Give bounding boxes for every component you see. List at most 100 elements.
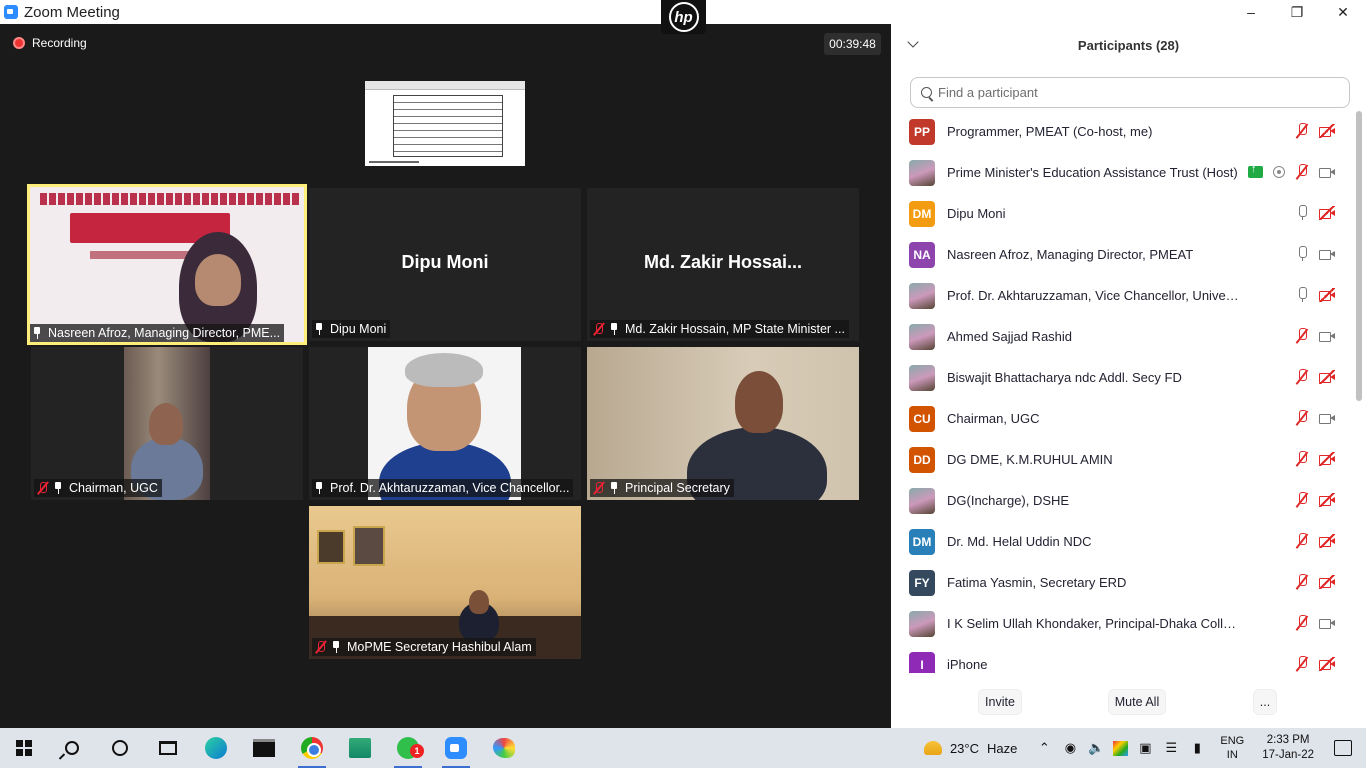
invite-button[interactable]: Invite: [978, 689, 1022, 715]
windows-logo-icon: [16, 740, 32, 756]
participant-name: Prime Minister's Education Assistance Tr…: [947, 165, 1238, 180]
participant-row[interactable]: PP Programmer, PMEAT (Co-host, me): [891, 111, 1353, 152]
pin-icon: [331, 641, 341, 653]
shared-doc-toolbar: [365, 81, 525, 90]
video-tile-zakir-hossain[interactable]: Md. Zakir Hossai... Md. Zakir Hossain, M…: [587, 188, 859, 341]
camera-off-icon: [1319, 124, 1335, 138]
participant-row[interactable]: DG(Incharge), DSHE: [891, 480, 1353, 521]
wifi-icon[interactable]: ☰: [1162, 740, 1180, 756]
participant-search-input[interactable]: [938, 85, 1318, 100]
paint-icon: [493, 738, 515, 758]
avatar: DM: [909, 528, 935, 555]
avatar: [909, 610, 935, 637]
taskbar-edge[interactable]: [192, 728, 240, 768]
recording-indicator[interactable]: Recording: [13, 36, 87, 50]
mic-muted-icon: [1295, 492, 1309, 508]
participant-status-icons: [1295, 451, 1335, 467]
participants-panel: – ❐ ✕ Participants (28) PP Programmer, PM…: [891, 0, 1366, 728]
video-tile-nasreen[interactable]: Nasreen Afroz, Managing Director, PME...: [27, 184, 307, 345]
window-controls: – ❐ ✕: [1228, 0, 1366, 24]
task-view-button[interactable]: [144, 728, 192, 768]
mute-all-button[interactable]: Mute All: [1108, 689, 1166, 715]
participant-row[interactable]: DD DG DME, K.M.RUHUL AMIN: [891, 439, 1353, 480]
weather-icon[interactable]: [923, 741, 942, 755]
clock-date: 17-Jan-22: [1262, 749, 1314, 761]
avatar: [909, 282, 935, 309]
cortana-button[interactable]: [96, 728, 144, 768]
hp-logo-text: hp: [668, 2, 699, 32]
participant-row[interactable]: FY Fatima Yasmin, Secretary ERD: [891, 562, 1353, 603]
participant-search[interactable]: [910, 77, 1350, 108]
participant-row[interactable]: Ahmed Sajjad Rashid: [891, 316, 1353, 357]
show-hidden-icons-chevron-icon[interactable]: ⌃: [1035, 740, 1053, 756]
video-tile-dipu-moni[interactable]: Dipu Moni Dipu Moni: [309, 188, 581, 341]
search-icon: [65, 741, 79, 755]
avatar: [909, 323, 935, 350]
zoom-window: Zoom Meeting hp Recording 00:39:48 Nasre…: [0, 0, 1366, 728]
video-tile-principal-secretary[interactable]: Principal Secretary: [587, 347, 859, 500]
participant-row[interactable]: Biswajit Bhattacharya ndc Addl. Secy FD: [891, 357, 1353, 398]
more-options-button[interactable]: ...: [1253, 689, 1277, 715]
recording-label: Recording: [32, 36, 87, 50]
participant-name: Programmer, PMEAT (Co-host, me): [947, 124, 1153, 139]
notification-center-icon[interactable]: [1334, 740, 1352, 756]
taskbar-search-button[interactable]: [48, 728, 96, 768]
video-tile-chairman-ugc[interactable]: Chairman, UGC: [31, 347, 303, 500]
taskbar-paint[interactable]: [480, 728, 528, 768]
participant-name: Ahmed Sajjad Rashid: [947, 329, 1073, 344]
language-region: IN: [1226, 749, 1238, 761]
participant-row[interactable]: I K Selim Ullah Khondaker, Principal-Dha…: [891, 603, 1353, 644]
pin-icon: [53, 482, 63, 494]
participant-status-icons: [1295, 246, 1335, 262]
tile-name-bar: Chairman, UGC: [34, 479, 162, 497]
app-tray-icon[interactable]: [1113, 740, 1129, 756]
participant-name: Dipu Moni: [947, 206, 1006, 221]
participant-name: Prof. Dr. Akhtaruzzaman, Vice Chancellor…: [947, 288, 1242, 303]
video-tile-mopme-secretary[interactable]: MoPME Secretary Hashibul Alam: [309, 506, 581, 659]
shared-doc-table: [393, 95, 503, 157]
meet-now-icon[interactable]: ◉: [1061, 740, 1079, 756]
participant-row[interactable]: CU Chairman, UGC: [891, 398, 1353, 439]
minimize-button[interactable]: –: [1228, 0, 1274, 24]
video-area: Recording 00:39:48 Nasreen Afroz, Managi…: [0, 24, 891, 728]
mic-muted-icon: [1295, 451, 1309, 467]
taskbar-chrome[interactable]: [288, 728, 336, 768]
mic-muted-icon: [1295, 533, 1309, 549]
participant-list-scrollbar[interactable]: [1356, 111, 1362, 673]
taskbar-whatsapp[interactable]: 1: [384, 728, 432, 768]
battery-icon[interactable]: ▮: [1188, 740, 1206, 756]
participant-row[interactable]: NA Nasreen Afroz, Managing Director, PMEA…: [891, 234, 1353, 275]
mic-icon: [1295, 246, 1309, 262]
mic-muted-icon: [1295, 574, 1309, 590]
participant-name: Nasreen Afroz, Managing Director, PMEAT: [947, 247, 1194, 262]
tray-app-icon[interactable]: ▣: [1136, 740, 1154, 756]
video-tile-akhtaruzzaman[interactable]: Prof. Dr. Akhtaruzzaman, Vice Chancellor…: [309, 347, 581, 500]
clock[interactable]: 2:33 PM 17-Jan-22: [1262, 733, 1314, 763]
avatar: I: [909, 651, 935, 673]
tile-name-bar: Md. Zakir Hossain, MP State Minister ...: [590, 320, 849, 338]
weather-temp[interactable]: 23°C: [950, 741, 979, 756]
start-button[interactable]: [0, 728, 48, 768]
scrollbar-thumb[interactable]: [1356, 111, 1362, 401]
volume-icon[interactable]: 🔈: [1087, 740, 1105, 756]
tile-name-bar: Dipu Moni: [312, 320, 391, 338]
language-indicator[interactable]: ENG IN: [1220, 734, 1244, 762]
participant-status-icons: [1295, 656, 1335, 672]
participant-row[interactable]: IiPhone: [891, 644, 1353, 673]
participant-row[interactable]: Prof. Dr. Akhtaruzzaman, Vice Chancellor…: [891, 275, 1353, 316]
participant-row[interactable]: DM Dr. Md. Helal Uddin NDC: [891, 521, 1353, 562]
shared-screen-thumbnail[interactable]: [365, 81, 525, 166]
clock-time: 2:33 PM: [1266, 734, 1310, 746]
close-button[interactable]: ✕: [1320, 0, 1366, 24]
restore-button[interactable]: ❐: [1274, 0, 1320, 24]
participant-row[interactable]: DM Dipu Moni: [891, 193, 1353, 234]
windows-taskbar: 1 23°C Haze ⌃ ◉ 🔈 ▣ ☰ ▮ ENG IN 2:33 PM 1…: [0, 728, 1366, 768]
tile-display-name: Md. Zakir Hossai...: [643, 252, 803, 272]
weather-desc[interactable]: Haze: [987, 741, 1017, 756]
participants-footer: Invite Mute All ...: [891, 686, 1366, 718]
mic-muted-icon: [1295, 615, 1309, 631]
taskbar-command-prompt[interactable]: [240, 728, 288, 768]
participant-row[interactable]: Prime Minister's Education Assistance Tr…: [891, 152, 1353, 193]
taskbar-network-app[interactable]: [336, 728, 384, 768]
taskbar-zoom[interactable]: [432, 728, 480, 768]
